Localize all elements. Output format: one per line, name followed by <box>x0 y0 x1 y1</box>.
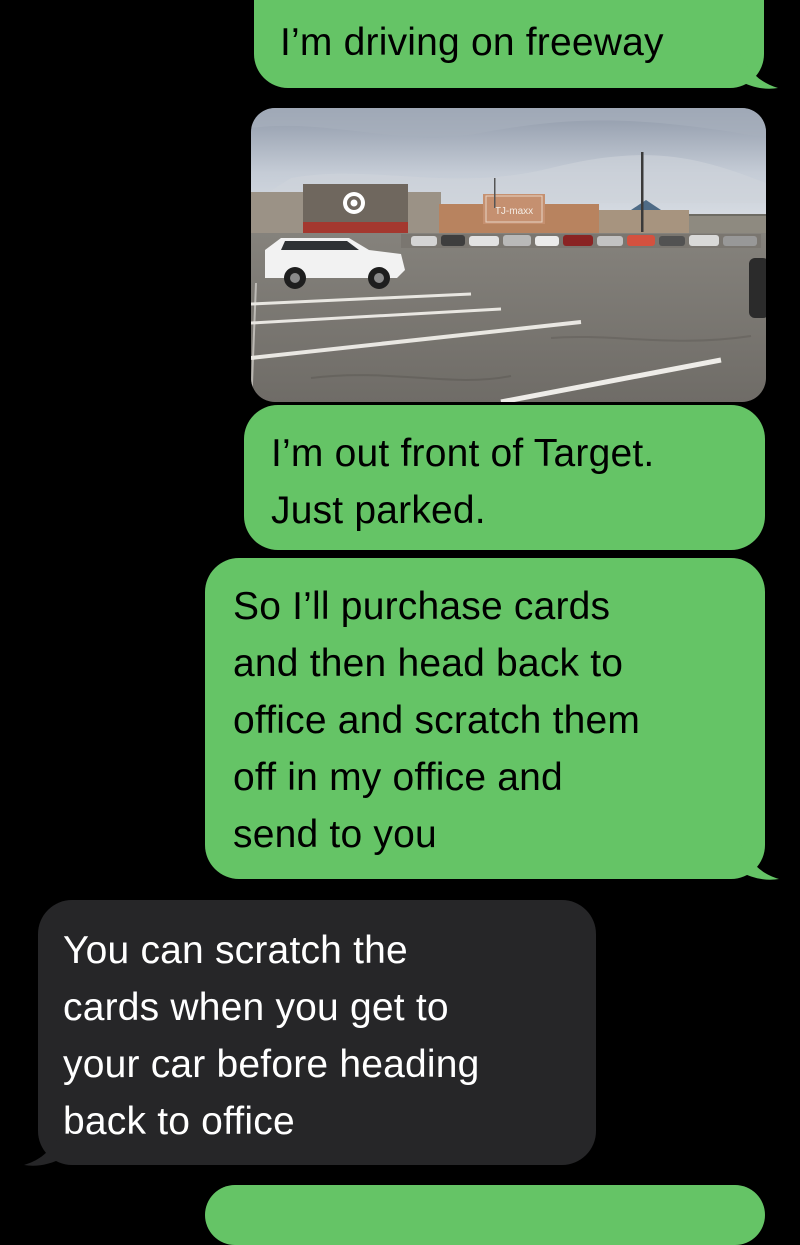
sent-message-bubble[interactable] <box>205 1185 765 1245</box>
sent-message-bubble[interactable]: So I’ll purchase cards and then head bac… <box>205 558 779 880</box>
bubble-tail-icon <box>24 1127 64 1166</box>
message-text: I’m out front of Target. Just parked. <box>271 432 655 532</box>
received-message-bubble[interactable]: You can scratch the cards when you get t… <box>24 900 596 1166</box>
message-text: I’m driving on freeway <box>280 21 664 64</box>
sent-message-bubble[interactable]: I’m driving on freeway <box>254 0 778 89</box>
photo-attachment[interactable]: TJ-maxx <box>251 108 766 402</box>
message-text: You can scratch the cards when you get t… <box>63 929 480 1143</box>
parking-lot-photo: TJ-maxx <box>251 108 766 402</box>
bubble-tail-icon <box>738 50 778 89</box>
message-text: So I’ll purchase cards and then head bac… <box>233 585 641 856</box>
store-sign: TJ-maxx <box>495 206 533 217</box>
bubble-tail-icon <box>739 841 779 880</box>
message-thread[interactable]: I’m driving on freeway TJ-maxx I’m out f… <box>0 0 800 1245</box>
sent-message-bubble[interactable]: I’m out front of Target. Just parked. <box>244 405 765 550</box>
